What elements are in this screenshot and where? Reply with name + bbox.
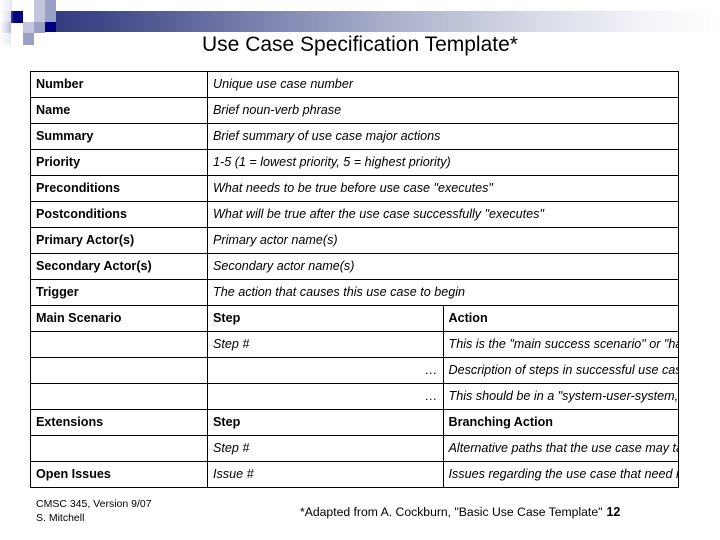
action-cell: This should be in a "system-user-system,…: [442, 383, 679, 410]
table-row: Secondary Actor(s) Secondary actor name(…: [30, 253, 679, 280]
open-issues-row: Open Issues Issue # Issues regarding the…: [30, 461, 679, 488]
action-cell: Alternative paths that the use case may …: [442, 435, 679, 462]
extensions-header-row: Extensions Step Branching Action: [30, 409, 679, 436]
row-value: 1-5 (1 = lowest priority, 5 = highest pr…: [207, 149, 679, 176]
row-value: Primary actor name(s): [207, 227, 679, 254]
row-label-empty: [30, 331, 208, 358]
action-cell: This is the "main success scenario" or "…: [442, 331, 679, 358]
deco-square-accent: [45, 22, 56, 32]
step-cell: …: [207, 383, 444, 410]
row-label-empty: [30, 357, 208, 384]
use-case-specification-table: Number Unique use case number Name Brief…: [30, 71, 679, 488]
deco-square: [34, 22, 45, 33]
row-label: Secondary Actor(s): [30, 253, 208, 280]
extensions-action-header: Branching Action: [442, 409, 679, 436]
table-row: Postconditions What will be true after t…: [30, 201, 679, 228]
main-scenario-step-row: … This should be in a "system-user-syste…: [30, 383, 679, 410]
row-value: Unique use case number: [207, 71, 679, 98]
row-value: Secondary actor name(s): [207, 253, 679, 280]
extensions-step-header: Step: [207, 409, 444, 436]
row-label: Number: [30, 71, 208, 98]
deco-square: [34, 11, 45, 22]
header-gradient-bar: [44, 11, 720, 32]
action-cell: Description of steps in successful use c…: [442, 357, 679, 384]
row-label: Postconditions: [30, 201, 208, 228]
deco-square: [45, 11, 56, 22]
row-value: The action that causes this use case to …: [207, 279, 679, 306]
footer-course-line-1: CMSC 345, Version 9/07: [36, 498, 152, 510]
issue-cell: Issue #: [207, 461, 444, 488]
extensions-label: Extensions: [30, 409, 208, 436]
row-label: Priority: [30, 149, 208, 176]
deco-square: [34, 0, 45, 11]
table-row: Number Unique use case number: [30, 71, 679, 98]
main-scenario-step-row: Step # This is the "main success scenari…: [30, 331, 679, 358]
open-issues-label: Open Issues: [30, 461, 208, 488]
row-value: What needs to be true before use case "e…: [207, 175, 679, 202]
row-label-empty: [30, 383, 208, 410]
page-title: Use Case Specification Template*: [202, 33, 518, 56]
step-cell: Step #: [207, 435, 444, 462]
step-cell: …: [207, 357, 444, 384]
table-row: Summary Brief summary of use case major …: [30, 123, 679, 150]
main-scenario-step-row: … Description of steps in successful use…: [30, 357, 679, 384]
table-row: Priority 1-5 (1 = lowest priority, 5 = h…: [30, 149, 679, 176]
row-label: Name: [30, 97, 208, 124]
footer-course-line-2: S. Mitchell: [36, 511, 85, 524]
main-scenario-step-header: Step: [207, 305, 444, 332]
table-row: Primary Actor(s) Primary actor name(s): [30, 227, 679, 254]
step-cell: Step #: [207, 331, 444, 358]
action-cell: Issues regarding the use case that need …: [442, 461, 679, 488]
row-label: Primary Actor(s): [30, 227, 208, 254]
row-value: What will be true after the use case suc…: [207, 201, 679, 228]
main-scenario-action-header: Action: [442, 305, 679, 332]
row-label: Preconditions: [30, 175, 208, 202]
row-label: Trigger: [30, 279, 208, 306]
row-value: Brief noun-verb phrase: [207, 97, 679, 124]
table-row: Preconditions What needs to be true befo…: [30, 175, 679, 202]
row-value: Brief summary of use case major actions: [207, 123, 679, 150]
footer-attribution-block: *Adapted from A. Cockburn, "Basic Use Ca…: [300, 505, 620, 519]
extensions-step-row: Step # Alternative paths that the use ca…: [30, 435, 679, 462]
row-label: Summary: [30, 123, 208, 150]
row-label-empty: [30, 435, 208, 462]
deco-square: [23, 22, 34, 33]
table-row: Trigger The action that causes this use …: [30, 279, 679, 306]
deco-square: [45, 0, 56, 11]
slide-number: 12: [606, 505, 621, 519]
table-row: Name Brief noun-verb phrase: [30, 97, 679, 124]
main-scenario-header-row: Main Scenario Step Action: [30, 305, 679, 332]
footer-attribution: *Adapted from A. Cockburn, "Basic Use Ca…: [300, 505, 603, 519]
footer-course-info: CMSC 345, Version 9/07 S. Mitchell: [36, 498, 152, 526]
main-scenario-label: Main Scenario: [30, 305, 208, 332]
